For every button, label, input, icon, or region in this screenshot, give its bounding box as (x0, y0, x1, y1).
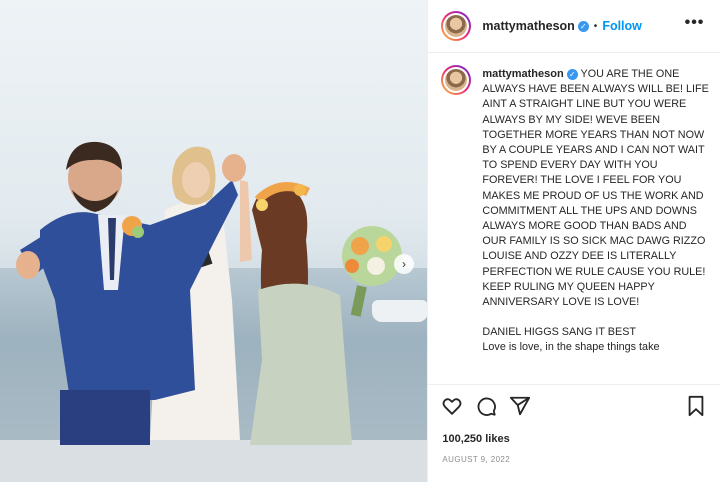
caption-avatar[interactable] (441, 65, 472, 95)
post-side-panel: mattymatheson ✓ • Follow ••• mattymathes… (427, 0, 720, 482)
caption-area[interactable]: mattymatheson ✓ YOU ARE THE ONE ALWAYS HA… (428, 53, 720, 384)
heart-icon[interactable] (441, 395, 463, 419)
wedding-couple-illustration (16, 141, 402, 445)
caption-line: Love is love, in the shape things take (482, 341, 660, 354)
verified-badge-icon: ✓ (577, 20, 589, 32)
verified-badge-icon: ✓ (566, 69, 578, 80)
caption-line: DANIEL HIGGS SANG IT BEST (482, 326, 636, 339)
chevron-right-icon: › (402, 257, 406, 271)
post-actions: 100,250 likes AUGUST 9, 2022 (428, 384, 720, 483)
separator-dot: • (593, 20, 598, 32)
post-photo[interactable]: › (0, 0, 428, 482)
instagram-post: › mattymatheson ✓ • Follow ••• mattymath… (0, 0, 720, 482)
next-photo-button[interactable]: › (394, 254, 414, 274)
post-date: AUGUST 9, 2022 (442, 455, 511, 464)
share-icon[interactable] (509, 395, 531, 419)
avatar[interactable] (441, 11, 472, 41)
caption-text: YOU ARE THE ONE ALWAYS HAVE BEEN ALWAYS … (482, 68, 709, 309)
likes-count[interactable]: 100,250 likes (442, 433, 509, 445)
bookmark-icon[interactable] (686, 395, 706, 417)
follow-button[interactable]: Follow (602, 19, 642, 33)
header-username[interactable]: mattymatheson (482, 19, 574, 33)
caption-username[interactable]: mattymatheson (482, 68, 563, 80)
comment-icon[interactable] (475, 395, 497, 419)
post-header: mattymatheson ✓ • Follow ••• (428, 0, 720, 53)
more-options-icon[interactable]: ••• (685, 14, 705, 32)
caption: mattymatheson ✓ YOU ARE THE ONE ALWAYS HA… (482, 67, 710, 371)
